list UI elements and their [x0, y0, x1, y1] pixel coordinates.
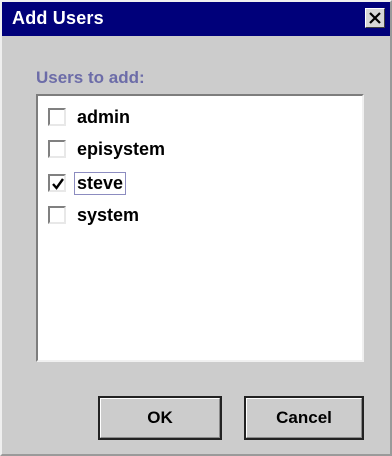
- users-list[interactable]: admin episystem steve system: [36, 94, 364, 362]
- dialog-title: Add Users: [12, 8, 104, 28]
- cancel-button-label: Cancel: [276, 408, 332, 427]
- ok-button[interactable]: OK: [98, 396, 222, 440]
- user-label: system: [77, 205, 140, 225]
- user-label: episystem: [77, 139, 166, 159]
- checkbox[interactable]: [48, 174, 66, 192]
- close-icon: [369, 12, 381, 24]
- checkmark-icon: [52, 178, 64, 190]
- close-button[interactable]: [365, 8, 385, 28]
- cancel-button[interactable]: Cancel: [244, 396, 364, 440]
- checkbox[interactable]: [48, 206, 66, 224]
- checkbox[interactable]: [48, 108, 66, 126]
- ok-button-label: OK: [147, 408, 173, 427]
- user-label: steve: [74, 172, 127, 195]
- checkbox[interactable]: [48, 140, 66, 158]
- title-bar[interactable]: Add Users: [2, 2, 390, 36]
- users-to-add-label: Users to add:: [36, 68, 145, 87]
- add-users-dialog: Add Users Users to add: admin episystem …: [0, 0, 392, 456]
- user-label: admin: [77, 107, 131, 127]
